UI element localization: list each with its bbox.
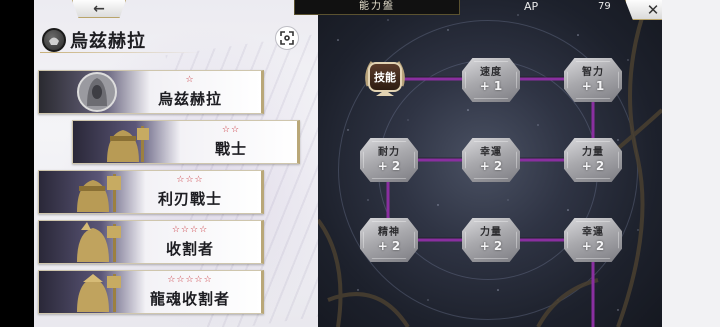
class-card-blade-warrior[interactable]: ☆☆☆ 利刃戰士 bbox=[38, 170, 264, 214]
node-stat-value: + 1 bbox=[479, 79, 503, 93]
character-name: 烏兹赫拉 bbox=[70, 31, 146, 52]
class-card-reaper[interactable]: ☆☆☆☆ 收割者 bbox=[38, 220, 264, 264]
title-divider bbox=[40, 52, 200, 53]
class-card-dragon-reaper[interactable]: ☆☆☆☆☆ 龍魂收割者 bbox=[38, 270, 264, 314]
node-stat-value: + 2 bbox=[581, 159, 605, 173]
stat-node-spirit[interactable]: 精神 + 2 bbox=[360, 218, 418, 262]
hooded-portrait-icon bbox=[77, 72, 117, 112]
helmet-emblem-icon bbox=[42, 28, 66, 52]
node-stat-name: 力量 bbox=[582, 147, 604, 158]
class-name: 烏兹赫拉 bbox=[157, 90, 222, 108]
node-stat-name: 智力 bbox=[582, 67, 604, 78]
right-edge bbox=[662, 0, 720, 327]
rank-stars: ☆☆☆ bbox=[176, 175, 204, 185]
node-stat-value: + 2 bbox=[377, 159, 401, 173]
node-stat-value: + 2 bbox=[377, 239, 401, 253]
dragon-reaper-portrait-icon bbox=[77, 274, 121, 312]
stat-node-stamina[interactable]: 耐力 + 2 bbox=[360, 138, 418, 182]
skill-node[interactable]: 技能 bbox=[362, 56, 408, 102]
skill-label: 技能 bbox=[368, 62, 402, 92]
stat-node-strength[interactable]: 力量 + 2 bbox=[564, 138, 622, 182]
class-card-warrior[interactable]: ☆☆ 戰士 bbox=[72, 120, 300, 164]
class-card-base[interactable]: ☆ 烏兹赫拉 bbox=[38, 70, 264, 114]
stat-node-luck-2[interactable]: 幸運 + 2 bbox=[564, 218, 622, 262]
node-stat-name: 耐力 bbox=[378, 147, 400, 158]
reaper-portrait-icon bbox=[77, 222, 121, 262]
class-name: 收割者 bbox=[165, 240, 214, 258]
warrior-portrait-icon bbox=[107, 126, 149, 162]
rank-stars: ☆☆☆☆ bbox=[171, 225, 209, 235]
expand-icon[interactable] bbox=[275, 26, 299, 50]
ap-label: AP bbox=[524, 0, 539, 13]
ap-value: 79 bbox=[598, 1, 611, 12]
back-button[interactable]: ← bbox=[72, 0, 126, 18]
stat-node-strength-2[interactable]: 力量 + 2 bbox=[462, 218, 520, 262]
rank-stars: ☆☆☆☆☆ bbox=[167, 275, 213, 285]
class-name: 利刃戰士 bbox=[157, 190, 222, 208]
character-title: 烏兹赫拉 bbox=[42, 28, 146, 52]
blade-warrior-portrait-icon bbox=[77, 174, 121, 212]
node-stat-name: 精神 bbox=[378, 227, 400, 238]
class-name: 龍魂收割者 bbox=[149, 290, 230, 308]
node-stat-name: 力量 bbox=[480, 227, 502, 238]
stat-node-speed[interactable]: 速度 + 1 bbox=[462, 58, 520, 102]
rank-stars: ☆ bbox=[185, 75, 195, 85]
node-stat-name: 幸運 bbox=[480, 147, 502, 158]
class-name: 戰士 bbox=[214, 140, 247, 158]
board-title: 能力盤 bbox=[294, 0, 460, 15]
node-stat-value: + 1 bbox=[581, 79, 605, 93]
back-arrow-icon: ← bbox=[93, 0, 105, 17]
node-stat-name: 速度 bbox=[480, 67, 502, 78]
left-edge bbox=[0, 0, 34, 327]
node-stat-value: + 2 bbox=[479, 239, 503, 253]
stat-node-luck[interactable]: 幸運 + 2 bbox=[462, 138, 520, 182]
node-stat-value: + 2 bbox=[479, 159, 503, 173]
node-stat-name: 幸運 bbox=[582, 227, 604, 238]
stat-node-intelligence[interactable]: 智力 + 1 bbox=[564, 58, 622, 102]
rank-stars: ☆☆ bbox=[221, 125, 241, 135]
node-stat-value: + 2 bbox=[581, 239, 605, 253]
close-icon: ✕ bbox=[646, 0, 660, 19]
